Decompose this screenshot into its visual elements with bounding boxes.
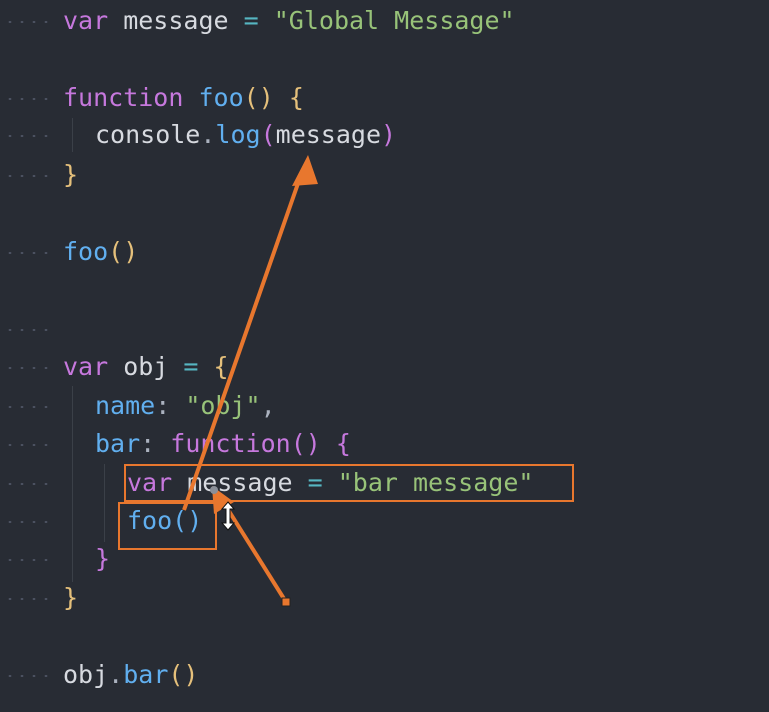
resize-cursor-icon xyxy=(221,501,235,531)
arrow-line-foo-to-message xyxy=(182,171,304,511)
annotation-arrows xyxy=(182,155,318,607)
arrow-tail-handle xyxy=(281,597,291,607)
arrow-head-to-message xyxy=(292,155,318,186)
arrow-mid-handle xyxy=(210,486,218,494)
